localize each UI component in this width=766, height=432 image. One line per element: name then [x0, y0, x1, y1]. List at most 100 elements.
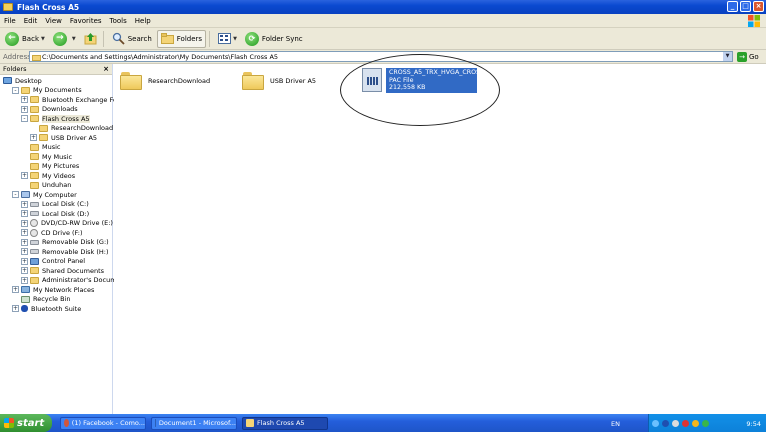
- tree-item[interactable]: + DVD/CD-RW Drive (E:): [21, 219, 113, 229]
- drive-icon: [30, 201, 39, 207]
- folder-item[interactable]: ResearchDownload: [120, 72, 210, 90]
- folders-button[interactable]: Folders: [156, 29, 207, 48]
- folder-sync-button[interactable]: ⟳ Folder Sync: [242, 30, 306, 48]
- tree-item[interactable]: + Bluetooth Suite: [12, 304, 81, 314]
- expand-icon[interactable]: +: [30, 134, 37, 142]
- tree-item[interactable]: - My Documents: [12, 86, 82, 96]
- tree-item[interactable]: + Downloads: [21, 105, 78, 115]
- folder-icon: [30, 143, 39, 151]
- tree-item[interactable]: My Music: [21, 152, 72, 162]
- language-indicator[interactable]: EN: [611, 420, 620, 428]
- bluetooth-icon[interactable]: [662, 419, 669, 427]
- expand-icon[interactable]: +: [21, 219, 28, 227]
- antivirus-icon[interactable]: [692, 419, 699, 427]
- expand-icon[interactable]: +: [21, 210, 28, 218]
- tree-item[interactable]: + Local Disk (D:): [21, 209, 89, 219]
- folders-pane-title: Folders: [3, 65, 27, 73]
- folder-icon: [30, 267, 39, 275]
- tree-item[interactable]: + Removable Disk (G:): [21, 238, 109, 248]
- go-button[interactable]: → Go: [737, 51, 759, 62]
- tree-item-label: Local Disk (C:): [42, 200, 89, 209]
- tree-item[interactable]: Recycle Bin: [12, 295, 70, 305]
- folder-icon: [242, 72, 264, 90]
- tree-item[interactable]: Music: [21, 143, 61, 153]
- views-icon: [218, 33, 232, 44]
- tree-item-label: Downloads: [42, 105, 78, 114]
- tree-item[interactable]: + Control Panel: [21, 257, 85, 267]
- network-icon[interactable]: [652, 419, 659, 427]
- search-label: Search: [127, 34, 152, 43]
- views-button[interactable]: ▼: [215, 30, 240, 48]
- tree-item[interactable]: ResearchDownload: [30, 124, 113, 134]
- expand-icon[interactable]: +: [21, 248, 28, 256]
- cd-icon: [30, 219, 38, 228]
- volume-icon[interactable]: [672, 419, 679, 427]
- security-icon[interactable]: [682, 419, 689, 427]
- update-icon[interactable]: [702, 419, 709, 427]
- forward-arrow-icon: →: [52, 31, 67, 46]
- recycle-icon: [21, 295, 30, 303]
- expand-icon[interactable]: +: [21, 172, 28, 180]
- task-label: Flash Cross A5: [257, 419, 305, 427]
- close-button[interactable]: ×: [753, 1, 764, 12]
- taskbar-item-document1[interactable]: Document1 - Microsof...: [151, 416, 237, 430]
- tree-item[interactable]: + Local Disk (C:): [21, 200, 89, 210]
- expand-icon[interactable]: +: [12, 286, 19, 294]
- menu-tools[interactable]: Tools: [106, 17, 131, 25]
- tree-item[interactable]: Desktop: [3, 76, 42, 86]
- menu-help[interactable]: Help: [131, 17, 155, 25]
- tree-item[interactable]: My Pictures: [21, 162, 79, 172]
- expand-icon[interactable]: +: [21, 229, 28, 237]
- collapse-icon[interactable]: -: [12, 191, 19, 199]
- folder-icon: [30, 276, 39, 284]
- close-pane-button[interactable]: ×: [103, 65, 109, 73]
- tree-item-label: My Documents: [33, 86, 82, 95]
- taskbar-item-flash-cross-a5[interactable]: Flash Cross A5: [242, 416, 328, 430]
- search-button[interactable]: Search: [109, 30, 155, 48]
- minimize-button[interactable]: _: [727, 1, 738, 12]
- tree-item[interactable]: + USB Driver A5: [30, 133, 97, 143]
- up-button[interactable]: [81, 30, 100, 48]
- address-dropdown-button[interactable]: ▼: [723, 52, 732, 61]
- expand-icon[interactable]: +: [21, 200, 28, 208]
- back-button[interactable]: ← Back ▼: [2, 30, 48, 48]
- menu-favorites[interactable]: Favorites: [66, 17, 106, 25]
- tree-item[interactable]: - Flash Cross A5: [21, 114, 90, 124]
- maximize-button[interactable]: □: [740, 1, 751, 12]
- forward-button[interactable]: → ▼: [50, 30, 79, 48]
- tree-item[interactable]: - My Computer: [12, 190, 77, 200]
- expand-icon[interactable]: +: [21, 96, 28, 104]
- tree-item-label: Shared Documents: [42, 266, 105, 275]
- tree-item[interactable]: + Shared Documents: [21, 266, 104, 276]
- windows-flag-icon: [4, 418, 14, 428]
- expand-icon[interactable]: +: [21, 276, 28, 284]
- tree-item[interactable]: + My Network Places: [12, 285, 94, 295]
- word-icon: [155, 419, 156, 427]
- tree-item-label: My Music: [42, 152, 73, 161]
- up-folder-icon: [84, 33, 97, 45]
- taskbar-item-facebook[interactable]: (1) Facebook - Como...: [60, 416, 146, 430]
- start-button[interactable]: start: [0, 414, 52, 432]
- collapse-icon[interactable]: -: [21, 115, 28, 123]
- collapse-icon[interactable]: -: [12, 86, 19, 94]
- clock[interactable]: 9:54: [746, 420, 761, 428]
- expand-icon[interactable]: +: [21, 238, 28, 246]
- expand-icon[interactable]: +: [21, 267, 28, 275]
- back-label: Back: [22, 34, 39, 43]
- highlight-ellipse: [340, 54, 500, 126]
- folder-icon: [246, 419, 254, 427]
- tree-item[interactable]: + Removable Disk (H:): [21, 247, 109, 257]
- menu-edit[interactable]: Edit: [20, 17, 42, 25]
- tree-item[interactable]: + My Videos: [21, 171, 75, 181]
- windows-logo-icon: [748, 15, 760, 27]
- tree-item[interactable]: Unduhan: [21, 181, 71, 191]
- menu-file[interactable]: File: [0, 17, 20, 25]
- tree-item[interactable]: + CD Drive (F:): [21, 228, 83, 238]
- expand-icon[interactable]: +: [12, 305, 19, 313]
- expand-icon[interactable]: +: [21, 105, 28, 113]
- folder-item[interactable]: USB Driver A5: [242, 72, 316, 90]
- menu-view[interactable]: View: [41, 17, 66, 25]
- expand-icon[interactable]: +: [21, 257, 28, 265]
- folders-pane-header: Folders ×: [0, 64, 112, 75]
